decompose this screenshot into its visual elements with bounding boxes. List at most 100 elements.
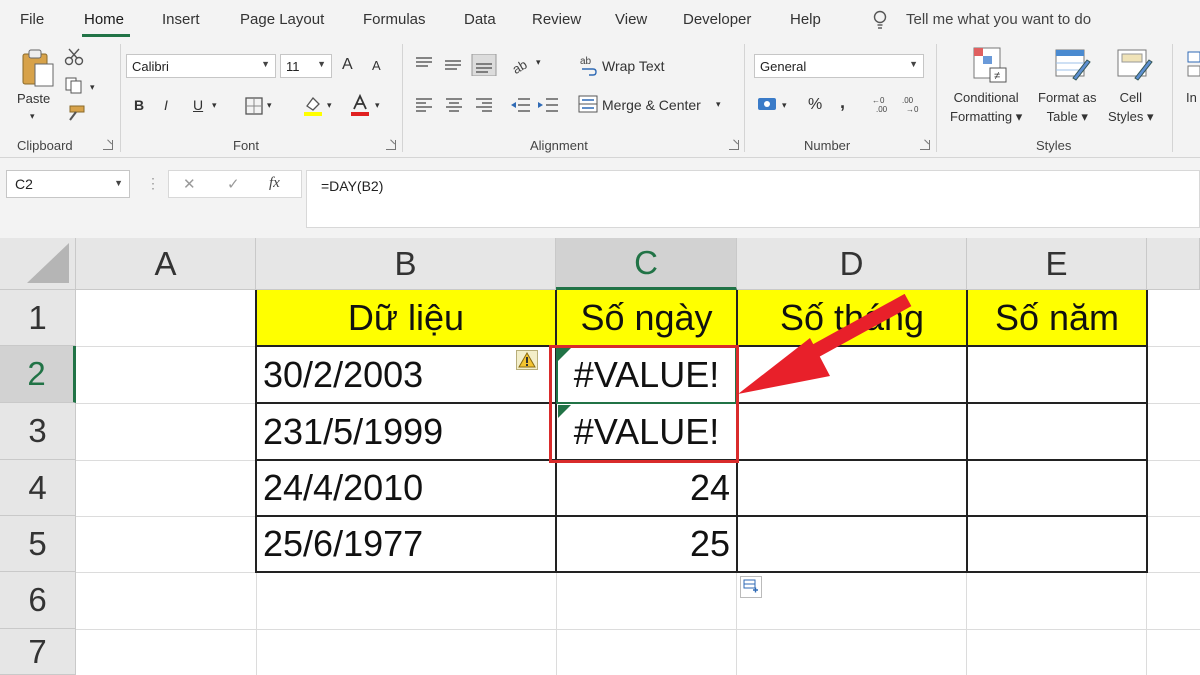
font-color-icon[interactable] bbox=[349, 94, 371, 116]
tab-insert[interactable]: Insert bbox=[162, 11, 200, 28]
tab-view[interactable]: View bbox=[615, 11, 647, 28]
quick-analysis-button[interactable] bbox=[740, 576, 762, 598]
tab-review[interactable]: Review bbox=[532, 11, 581, 28]
cell-c4[interactable]: 24 bbox=[556, 460, 737, 516]
tab-file[interactable]: File bbox=[20, 11, 44, 28]
row-header-2[interactable]: 2 bbox=[0, 346, 76, 403]
format-as-table-label-line2: Table bbox=[1046, 109, 1078, 124]
svg-text:ab: ab bbox=[580, 56, 592, 67]
grow-font-button[interactable]: A bbox=[342, 56, 353, 74]
merge-center-icon[interactable] bbox=[578, 95, 598, 113]
indent-icons[interactable] bbox=[510, 96, 562, 114]
formula-input[interactable]: =DAY(B2) bbox=[306, 170, 1200, 228]
cell-b3[interactable]: 231/5/1999 bbox=[256, 403, 556, 460]
name-box-value: C2 bbox=[15, 176, 33, 192]
tab-formulas[interactable]: Formulas bbox=[363, 11, 426, 28]
bold-button[interactable]: B bbox=[134, 97, 144, 113]
cancel-icon[interactable]: ✕ bbox=[183, 175, 196, 193]
shrink-font-button[interactable]: A bbox=[372, 58, 381, 73]
row-header-3[interactable]: 3 bbox=[0, 403, 76, 460]
clipboard-dialog-launcher-icon[interactable] bbox=[103, 140, 113, 150]
fill-color-icon[interactable] bbox=[302, 94, 324, 116]
format-painter-icon[interactable] bbox=[64, 104, 86, 122]
enter-check-icon[interactable]: ✓ bbox=[227, 175, 240, 193]
wrap-text-button[interactable]: Wrap Text bbox=[602, 57, 665, 76]
merge-dropdown-chevron-icon[interactable]: ▾ bbox=[716, 99, 721, 110]
cut-icon[interactable] bbox=[64, 48, 84, 66]
row-header-7[interactable]: 7 bbox=[0, 629, 76, 675]
font-name-select[interactable]: Calibri ▼ bbox=[126, 54, 276, 78]
number-format-select[interactable]: General ▼ bbox=[754, 54, 924, 78]
underline-button[interactable]: U bbox=[193, 97, 203, 113]
insert-function-button[interactable]: fx bbox=[269, 175, 280, 192]
insert-cells-icon[interactable] bbox=[1184, 48, 1200, 84]
name-box[interactable]: C2 ▼ bbox=[6, 170, 130, 198]
column-header-a[interactable]: A bbox=[76, 238, 256, 290]
paste-dropdown-chevron-icon[interactable]: ▾ bbox=[30, 107, 35, 126]
chevron-down-icon: ▾ bbox=[1012, 109, 1023, 124]
row-header-6[interactable]: 6 bbox=[0, 572, 76, 629]
accounting-dropdown-chevron-icon[interactable]: ▾ bbox=[782, 100, 787, 111]
column-header-c[interactable]: C bbox=[556, 238, 737, 290]
fill-color-dropdown-chevron-icon[interactable]: ▾ bbox=[327, 100, 332, 111]
row-header-5[interactable]: 5 bbox=[0, 516, 76, 572]
column-header-b[interactable]: B bbox=[256, 238, 556, 290]
copy-icon[interactable] bbox=[64, 76, 84, 94]
paste-icon[interactable] bbox=[20, 48, 56, 88]
formula-bar: C2 ▼ ⋮ ✕ ✓ fx =DAY(B2) bbox=[0, 158, 1200, 238]
tell-me-search[interactable]: Tell me what you want to do bbox=[906, 11, 1091, 28]
cell-e1[interactable]: Số năm bbox=[967, 290, 1147, 346]
italic-button[interactable]: I bbox=[164, 97, 168, 113]
number-dialog-launcher-icon[interactable] bbox=[920, 140, 930, 150]
tab-data[interactable]: Data bbox=[464, 11, 496, 28]
borders-dropdown-chevron-icon[interactable]: ▾ bbox=[267, 100, 272, 111]
cell-c1[interactable]: Số ngày bbox=[556, 290, 737, 346]
cell-styles-button[interactable]: Cell Styles ▾ bbox=[1108, 88, 1154, 126]
wrap-text-icon[interactable]: ab bbox=[580, 54, 598, 76]
accounting-format-icon[interactable] bbox=[756, 94, 778, 114]
orientation-icon[interactable]: ab bbox=[510, 54, 532, 76]
copy-dropdown-chevron-icon[interactable]: ▾ bbox=[90, 78, 95, 97]
column-header-d[interactable]: D bbox=[737, 238, 967, 290]
insert-cells-button[interactable]: In bbox=[1186, 88, 1197, 107]
svg-text:≠: ≠ bbox=[994, 70, 1000, 82]
comma-style-button[interactable]: , bbox=[840, 92, 845, 113]
cell-b4[interactable]: 24/4/2010 bbox=[256, 460, 556, 516]
cell-styles-icon[interactable] bbox=[1116, 46, 1154, 84]
font-color-dropdown-chevron-icon[interactable]: ▾ bbox=[375, 100, 380, 111]
tab-help[interactable]: Help bbox=[790, 11, 821, 28]
row-header-4[interactable]: 4 bbox=[0, 460, 76, 516]
vertical-align-icons[interactable] bbox=[414, 54, 498, 76]
column-header-e[interactable]: E bbox=[967, 238, 1147, 290]
format-as-table-button[interactable]: Format as Table ▾ bbox=[1038, 88, 1097, 126]
cell-b5[interactable]: 25/6/1977 bbox=[256, 516, 556, 572]
font-dialog-launcher-icon[interactable] bbox=[386, 140, 396, 150]
conditional-formatting-icon[interactable]: ≠ bbox=[970, 46, 1008, 84]
row-header-1[interactable]: 1 bbox=[0, 290, 76, 346]
table-border bbox=[966, 290, 968, 573]
tab-page-layout[interactable]: Page Layout bbox=[240, 11, 324, 28]
merge-center-button[interactable]: Merge & Center bbox=[602, 96, 701, 115]
select-all-button[interactable] bbox=[0, 238, 76, 290]
horizontal-align-icons[interactable] bbox=[414, 96, 498, 114]
increase-decimal-icon[interactable]: ←0 .00 bbox=[870, 94, 894, 114]
error-smart-tag-button[interactable] bbox=[516, 350, 538, 370]
paste-button[interactable]: Paste bbox=[17, 89, 50, 108]
underline-dropdown-chevron-icon[interactable]: ▾ bbox=[212, 100, 217, 111]
font-size-select[interactable]: 11 ▼ bbox=[280, 54, 332, 78]
percent-style-button[interactable]: % bbox=[808, 96, 822, 114]
table-border bbox=[255, 290, 257, 573]
column-header-f-partial[interactable] bbox=[1147, 238, 1200, 290]
borders-icon[interactable] bbox=[245, 97, 263, 115]
lightbulb-icon[interactable] bbox=[872, 10, 888, 30]
cell-c5[interactable]: 25 bbox=[556, 516, 737, 572]
tab-home[interactable]: Home bbox=[84, 11, 124, 28]
decrease-decimal-icon[interactable]: .00 →0 bbox=[900, 94, 924, 114]
cell-b2[interactable]: 30/2/2003 bbox=[256, 346, 556, 403]
cell-b1[interactable]: Dữ liệu bbox=[256, 290, 556, 346]
format-as-table-icon[interactable] bbox=[1054, 46, 1092, 84]
alignment-dialog-launcher-icon[interactable] bbox=[729, 140, 739, 150]
orientation-dropdown-chevron-icon[interactable]: ▾ bbox=[536, 57, 541, 68]
conditional-formatting-button[interactable]: Conditional Formatting ▾ bbox=[950, 88, 1022, 126]
tab-developer[interactable]: Developer bbox=[683, 11, 751, 28]
